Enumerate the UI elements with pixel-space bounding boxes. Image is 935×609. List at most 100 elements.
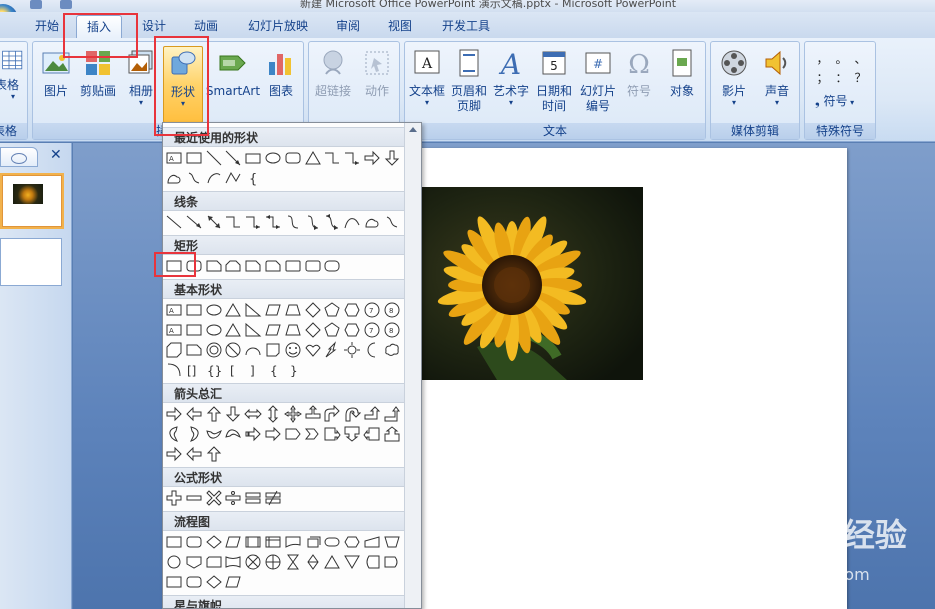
shape-option[interactable]	[185, 301, 203, 319]
shape-option[interactable]	[283, 405, 302, 423]
shape-option[interactable]	[205, 533, 223, 551]
shape-option[interactable]	[244, 213, 262, 231]
shape-option[interactable]	[244, 405, 262, 423]
shape-option[interactable]	[244, 553, 262, 571]
shape-option[interactable]	[244, 425, 262, 443]
shape-option[interactable]	[224, 301, 242, 319]
tab-animation[interactable]: 动画	[186, 15, 226, 38]
shape-option[interactable]	[185, 533, 203, 551]
shape-option[interactable]	[205, 445, 223, 463]
tab-view[interactable]: 视图	[380, 15, 420, 38]
shape-option[interactable]	[323, 257, 341, 275]
shape-option[interactable]	[343, 301, 361, 319]
shape-option[interactable]: 7	[363, 321, 381, 339]
shape-option[interactable]	[284, 425, 302, 443]
date-time-button[interactable]: 5 日期和 时间	[533, 48, 575, 114]
shape-option[interactable]	[304, 341, 322, 359]
shape-option[interactable]	[363, 533, 381, 551]
shape-option[interactable]	[343, 341, 361, 359]
shape-option[interactable]	[165, 169, 183, 187]
shape-option[interactable]	[224, 489, 242, 507]
shape-option[interactable]	[284, 553, 302, 571]
tab-insert[interactable]: 插入	[76, 15, 122, 38]
undo-icon[interactable]	[60, 0, 72, 9]
shape-option[interactable]	[165, 405, 183, 423]
shape-option[interactable]	[284, 533, 302, 551]
shape-option[interactable]	[343, 321, 361, 339]
shape-option[interactable]	[205, 257, 223, 275]
photo-album-button[interactable]: 相册 ▾	[121, 48, 161, 107]
shape-option[interactable]	[383, 553, 401, 571]
shape-option[interactable]	[363, 553, 381, 571]
shape-option[interactable]	[284, 321, 302, 339]
shape-option[interactable]	[165, 445, 183, 463]
shape-option[interactable]: [	[224, 361, 242, 379]
shape-option[interactable]	[185, 257, 203, 275]
shape-option[interactable]	[284, 301, 302, 319]
shape-option[interactable]	[205, 301, 223, 319]
shape-option[interactable]	[264, 553, 282, 571]
shape-option[interactable]	[224, 405, 242, 423]
shape-option[interactable]	[304, 405, 322, 423]
textbox-button[interactable]: A 文本框 ▾	[407, 48, 447, 107]
chart-button[interactable]: 图表	[261, 48, 301, 99]
shape-option[interactable]	[323, 425, 342, 443]
shape-option[interactable]	[264, 257, 282, 275]
slides-tab[interactable]	[0, 147, 38, 167]
shape-option[interactable]	[323, 341, 341, 359]
shape-option[interactable]	[304, 553, 322, 571]
shape-option[interactable]	[165, 573, 183, 591]
shape-option[interactable]	[284, 149, 302, 167]
shape-option[interactable]	[224, 341, 242, 359]
shape-option[interactable]	[165, 553, 183, 571]
shape-option[interactable]	[363, 341, 381, 359]
shape-option[interactable]: ]	[244, 361, 262, 379]
shape-option[interactable]: 8	[383, 321, 401, 339]
sound-button[interactable]: 声音 ▾	[757, 48, 797, 107]
shape-option[interactable]	[165, 257, 183, 275]
shape-option[interactable]	[185, 169, 203, 187]
symbol-semicolon[interactable]: ；	[813, 69, 832, 88]
shape-option[interactable]	[323, 405, 341, 423]
shape-option[interactable]	[264, 533, 282, 551]
shape-option[interactable]	[185, 405, 203, 423]
table-button[interactable]: 表格 ▾	[0, 48, 27, 101]
wordart-button[interactable]: A 艺术字 ▾	[491, 48, 531, 107]
shape-option[interactable]	[284, 257, 302, 275]
shape-option[interactable]	[363, 213, 381, 231]
shape-option[interactable]	[224, 149, 242, 167]
shape-option[interactable]	[244, 301, 262, 319]
shape-option[interactable]	[165, 341, 183, 359]
symbol-period[interactable]: 。	[832, 50, 851, 69]
shape-option[interactable]	[205, 553, 223, 571]
hyperlink-button[interactable]: 超链接	[313, 48, 353, 99]
movie-button[interactable]: 影片 ▾	[713, 48, 755, 107]
slide-number-button[interactable]: # 幻灯片 编号	[577, 48, 619, 114]
shape-option[interactable]	[343, 149, 361, 167]
shape-option[interactable]	[304, 533, 322, 551]
shape-option[interactable]	[264, 301, 282, 319]
shape-option[interactable]: {	[244, 169, 262, 187]
shape-option[interactable]	[185, 445, 203, 463]
shape-option[interactable]	[244, 533, 262, 551]
shape-option[interactable]	[383, 213, 401, 231]
symbol-colon[interactable]: ：	[832, 69, 851, 88]
shape-option[interactable]	[343, 405, 362, 423]
shape-option[interactable]	[205, 573, 223, 591]
shape-option[interactable]: A	[165, 149, 183, 167]
shape-option[interactable]	[205, 405, 223, 423]
smartart-button[interactable]: SmartArt	[205, 48, 261, 99]
shape-option[interactable]	[383, 533, 401, 551]
shape-option[interactable]	[205, 321, 223, 339]
shape-option[interactable]	[264, 321, 282, 339]
shape-option[interactable]	[185, 489, 203, 507]
shape-option[interactable]	[244, 489, 262, 507]
close-icon[interactable]: ✕	[50, 147, 62, 163]
shape-option[interactable]	[323, 553, 341, 571]
shape-option[interactable]	[264, 489, 282, 507]
shape-option[interactable]	[205, 169, 223, 187]
header-footer-button[interactable]: 页眉和 页脚	[449, 48, 489, 114]
shape-option[interactable]	[363, 405, 381, 423]
slide-thumbnail-2[interactable]	[0, 238, 62, 286]
shape-option[interactable]: A	[165, 321, 183, 339]
